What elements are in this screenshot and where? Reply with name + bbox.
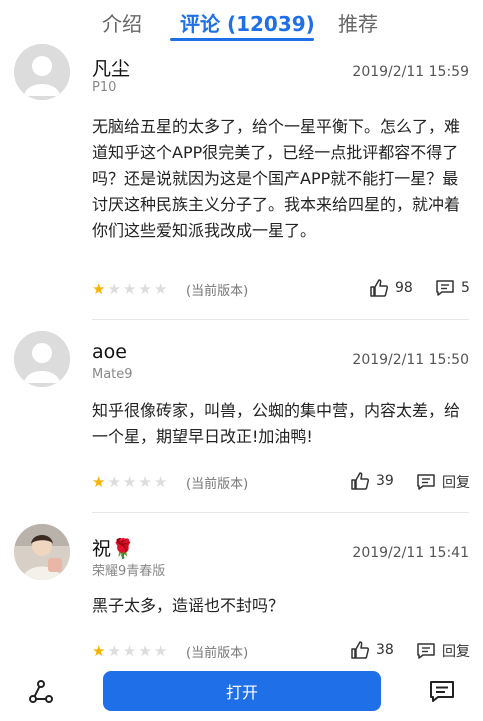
- divider: [92, 512, 469, 513]
- comment-icon: [417, 643, 435, 659]
- star-icon: ★: [107, 642, 121, 660]
- review-device: P10: [92, 80, 117, 95]
- star-icon: ★: [138, 642, 152, 660]
- rating-stars: ★ ★ ★ ★ ★: [92, 281, 167, 297]
- reply-button[interactable]: 回复: [416, 472, 470, 492]
- comment-icon: [436, 280, 454, 296]
- review-date: 2019/2/11 15:59: [352, 64, 469, 80]
- write-comment-button[interactable]: [428, 679, 456, 709]
- star-icon: ★: [92, 280, 106, 298]
- divider: [92, 319, 469, 320]
- like-button[interactable]: 98: [369, 278, 413, 298]
- thumbs-up-icon: [351, 472, 370, 490]
- like-button[interactable]: 38: [350, 640, 394, 660]
- review-device: 荣耀9青春版: [92, 564, 166, 579]
- like-count: 98: [395, 280, 413, 296]
- reply-button[interactable]: 5: [435, 279, 470, 297]
- review-content: 知乎很像砖家，叫兽，公蜘的集中营，内容太差，给一个星，期望早日改正!加油鸭!: [92, 401, 461, 446]
- default-avatar-icon: [14, 331, 70, 387]
- thumbs-up-icon: [351, 641, 370, 659]
- rating-stars: ★ ★ ★ ★ ★: [92, 643, 167, 659]
- tab-active-indicator: [170, 38, 314, 41]
- star-icon: ★: [138, 473, 152, 491]
- star-icon: ★: [153, 280, 168, 298]
- user-photo-avatar: [14, 524, 70, 580]
- rating-stars: ★ ★ ★ ★ ★: [92, 474, 167, 490]
- avatar[interactable]: [14, 524, 70, 580]
- version-label: (当前版本): [186, 284, 249, 299]
- share-button[interactable]: [28, 679, 54, 709]
- review-device: Mate9: [92, 367, 133, 382]
- version-label: (当前版本): [186, 646, 249, 661]
- bottom-bar: 打开: [0, 660, 483, 721]
- star-icon: ★: [107, 280, 121, 298]
- comment-icon: [417, 474, 435, 490]
- like-count: 38: [376, 642, 394, 658]
- star-icon: ★: [153, 642, 168, 660]
- review-date: 2019/2/11 15:50: [352, 352, 469, 368]
- star-icon: ★: [122, 473, 137, 491]
- tab-intro[interactable]: 介绍: [102, 8, 142, 37]
- star-icon: ★: [92, 642, 106, 660]
- tab-reviews[interactable]: 评论 (12039): [180, 8, 315, 37]
- reply-button[interactable]: 回复: [416, 641, 470, 661]
- reply-label: 回复: [442, 644, 470, 660]
- share-icon: [29, 680, 53, 703]
- star-icon: ★: [138, 280, 152, 298]
- tab-bar: 介绍 评论 (12039) 推荐: [0, 0, 483, 44]
- star-icon: ★: [153, 473, 168, 491]
- review-date: 2019/2/11 15:41: [352, 545, 469, 561]
- tab-recommend[interactable]: 推荐: [338, 8, 378, 37]
- star-icon: ★: [122, 280, 137, 298]
- reply-label: 回复: [442, 475, 470, 491]
- like-button[interactable]: 39: [350, 471, 394, 491]
- review-username[interactable]: 祝🌹: [92, 534, 135, 561]
- review-username[interactable]: 凡尘: [92, 54, 130, 81]
- version-label: (当前版本): [186, 477, 249, 492]
- review-username[interactable]: aoe: [92, 341, 127, 363]
- open-app-button[interactable]: 打开: [103, 671, 381, 711]
- compose-comment-icon: [430, 681, 454, 702]
- default-avatar-icon: [14, 44, 70, 100]
- star-icon: ★: [92, 473, 106, 491]
- review-content: 黑子太多，造谣也不封吗？: [92, 596, 285, 615]
- reply-count: 5: [461, 280, 470, 296]
- star-icon: ★: [122, 642, 137, 660]
- avatar[interactable]: [14, 331, 70, 387]
- review-content: 无脑给五星的太多了，给个一星平衡下。怎么了，难道知乎这个APP很完美了，已经一点…: [92, 117, 461, 240]
- avatar[interactable]: [14, 44, 70, 100]
- thumbs-up-icon: [370, 279, 389, 297]
- like-count: 39: [376, 473, 394, 489]
- star-icon: ★: [107, 473, 121, 491]
